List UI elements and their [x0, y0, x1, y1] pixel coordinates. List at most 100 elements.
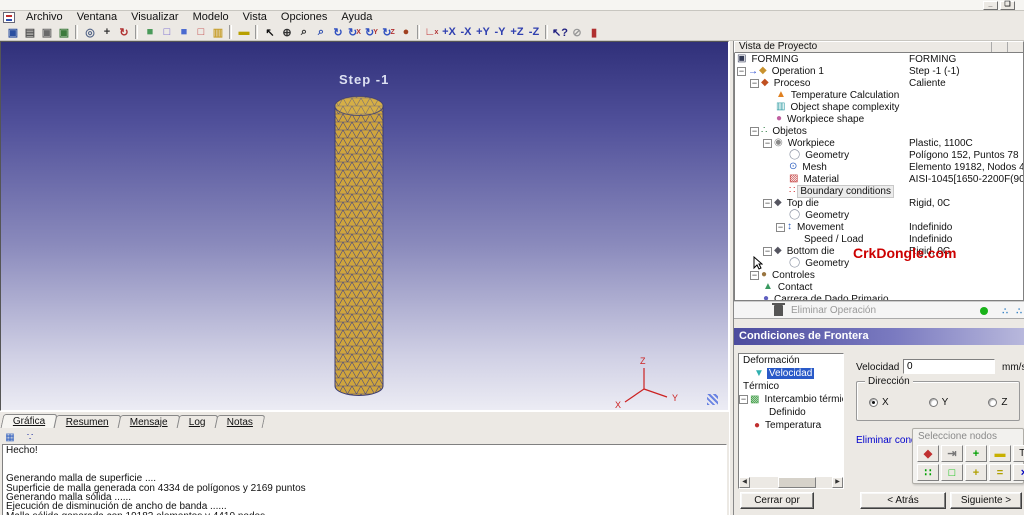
zoom-window-icon[interactable]: ⌕ — [312, 25, 329, 40]
scrollbar-thumb[interactable] — [778, 477, 816, 488]
velocity-input[interactable] — [903, 359, 995, 374]
bc-tree-row[interactable]: ▼ Velocidad — [739, 367, 843, 380]
tree-expander[interactable]: − — [750, 126, 759, 136]
clear-selection-button[interactable]: × — [1013, 464, 1024, 481]
remove-nodes-button[interactable]: ▬ — [989, 445, 1011, 462]
view-minus-x-icon[interactable]: -X — [457, 25, 474, 40]
tree-row[interactable]: − ↕ Movement Indefinido — [735, 221, 1023, 233]
refresh-view-icon[interactable]: ↻ — [115, 25, 132, 40]
select-surface-nodes-button[interactable]: ⇥ — [941, 445, 963, 462]
log-refresh-icon[interactable]: ∵ — [23, 431, 37, 444]
direction-radio[interactable]: Y — [928, 397, 948, 408]
axis-reference-icon[interactable]: ∟ x — [423, 25, 440, 40]
tree-row[interactable]: − ◆ Proceso Caliente — [735, 77, 1023, 89]
tree-row[interactable]: ⊙ Mesh Elemento 19182, Nodos 4410 — [735, 161, 1023, 173]
tree-expander[interactable]: − — [739, 395, 748, 404]
select-window-button[interactable]: □ — [941, 464, 963, 481]
save-icon[interactable]: ▣ — [4, 25, 21, 40]
tree-expander[interactable]: − — [763, 138, 772, 148]
add-nodes-button[interactable]: + — [965, 445, 987, 462]
fit-view-icon[interactable]: + — [98, 25, 115, 40]
tree-row[interactable]: − ◆ Top die Rigid, 0C — [735, 197, 1023, 209]
scroll-left-icon[interactable]: ◀ — [739, 477, 750, 488]
tree-row[interactable]: ▨ Material AISI-1045[1650-2200F(900-1200… — [735, 173, 1023, 185]
direction-radio[interactable]: Z — [988, 397, 1007, 408]
viewport-3d[interactable]: Step -1 Z X Y — [0, 41, 729, 411]
tree-row[interactable]: ◯ Geometry — [735, 209, 1023, 221]
tree-row[interactable]: ∷ Boundary conditions — [735, 184, 1023, 198]
tree-row[interactable]: − → ◆ Operation 1 Step -1 (-1) — [735, 65, 1023, 77]
viewport-grip-icon[interactable] — [707, 394, 718, 405]
message-tab[interactable]: Notas — [214, 415, 266, 428]
message-tab[interactable]: Gráfica — [0, 414, 58, 428]
bc-tree-row[interactable]: Definido — [739, 406, 843, 419]
tree-expander[interactable]: − — [737, 66, 746, 76]
zoom-tool-icon[interactable]: ⌕ — [295, 25, 312, 40]
bc-tree-row[interactable]: Térmico — [739, 380, 843, 393]
menu-item[interactable]: Modelo — [186, 11, 236, 24]
radio-icon[interactable] — [869, 398, 878, 407]
edges-view-icon[interactable]: □ — [192, 25, 209, 40]
open-box-view-icon[interactable]: ▥ — [209, 25, 226, 40]
bc-tree-row[interactable]: − ▩ Intercambio térmico c — [739, 393, 843, 406]
log-output[interactable]: Hecho! Generando malla de superficie ....… — [2, 444, 727, 515]
view-minus-y-icon[interactable]: -Y — [491, 25, 508, 40]
add-picked-node-button[interactable]: + — [965, 464, 987, 481]
log-window-icon[interactable]: ▦ — [3, 431, 17, 444]
shaded-view-icon[interactable]: ■ — [141, 25, 158, 40]
radio-icon[interactable] — [928, 398, 938, 407]
menu-item[interactable]: Visualizar — [124, 11, 186, 24]
tree-expander[interactable]: − — [776, 222, 785, 232]
object-display-icon[interactable]: ◎ — [81, 25, 98, 40]
abort-icon[interactable]: ⊘ — [568, 25, 585, 40]
tree-row[interactable]: ▲ Contact — [735, 281, 1023, 293]
solid-view-icon[interactable]: ■ — [175, 25, 192, 40]
back-button[interactable]: < Atrás — [860, 492, 946, 509]
rotate-y-icon[interactable]: ↻ Y — [363, 25, 380, 40]
tree-row[interactable]: ▥ Object shape complexity — [735, 101, 1023, 113]
next-button[interactable]: Siguiente > — [950, 492, 1022, 509]
view-minus-z-icon[interactable]: -Z — [525, 25, 542, 40]
print-icon[interactable]: ▤ — [21, 25, 38, 40]
tree-row[interactable]: ● Workpiece shape — [735, 113, 1023, 125]
delete-operation-bar[interactable]: Eliminar Operación ∴ ∴ — [734, 301, 1024, 319]
menu-item[interactable]: Ventana — [70, 11, 124, 24]
restore-button[interactable]: ❏ — [1000, 1, 1015, 10]
rotate-x-icon[interactable]: ↻ X — [346, 25, 363, 40]
direction-radio[interactable]: X — [869, 397, 889, 408]
minimize-button[interactable]: _ — [983, 1, 998, 10]
tree-expander[interactable]: − — [750, 270, 759, 280]
measure-tool-icon[interactable]: ▬ — [235, 25, 252, 40]
tree-row[interactable]: ▣ FORMING FORMING — [735, 53, 1023, 65]
wireframe-view-icon[interactable]: □ — [158, 25, 175, 40]
bc-tree-row[interactable]: ● Temperatura — [739, 419, 843, 432]
bc-tree-row[interactable]: Deformación — [739, 354, 843, 367]
view-plus-x-icon[interactable]: +X — [440, 25, 457, 40]
select-all-nodes-button[interactable]: Todo — [1013, 445, 1024, 462]
snapshot-icon[interactable]: ▣ — [38, 25, 55, 40]
bc-tree-hscrollbar[interactable]: ◀ ▶ — [739, 477, 843, 488]
menu-item[interactable]: Ayuda — [334, 11, 379, 24]
context-help-icon[interactable]: ↖? — [551, 25, 568, 40]
radio-icon[interactable] — [988, 398, 998, 407]
tree-expander[interactable]: − — [750, 78, 759, 88]
rotate-z-icon[interactable]: ↻ Z — [380, 25, 397, 40]
menu-item[interactable]: Archivo — [19, 11, 70, 24]
view-plus-y-icon[interactable]: +Y — [474, 25, 491, 40]
select-node-pair-button[interactable]: ∷ — [917, 464, 939, 481]
tree-row[interactable]: − ∴ Objetos — [735, 125, 1023, 137]
rotate-globe-icon[interactable]: ● — [397, 25, 414, 40]
tree-row[interactable]: − ● Controles — [735, 269, 1023, 281]
rotate-free-icon[interactable]: ↻ — [329, 25, 346, 40]
tree-row[interactable]: ● Carrera de Dado Primario — [735, 293, 1023, 301]
project-tree-header[interactable]: Vista de Proyecto — [734, 41, 1024, 53]
select-solid-nodes-button[interactable]: ◆ — [917, 445, 939, 462]
message-tab[interactable]: Log — [176, 415, 218, 428]
scroll-right-icon[interactable]: ▶ — [832, 477, 843, 488]
pan-tool-icon[interactable]: ⊕ — [278, 25, 295, 40]
exit-icon[interactable]: ▮ — [585, 25, 602, 40]
tree-expander[interactable]: − — [763, 246, 772, 256]
menu-item[interactable]: Vista — [236, 11, 274, 24]
tree-row[interactable]: Speed / Load Indefinido — [735, 233, 1023, 245]
close-operation-button[interactable]: Cerrar opr — [740, 492, 814, 509]
